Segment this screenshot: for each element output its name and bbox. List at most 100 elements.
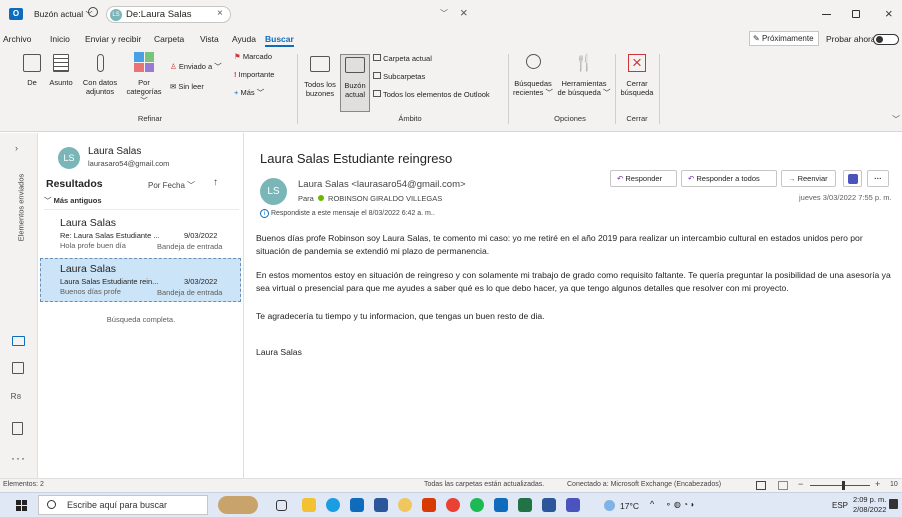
- edge-icon[interactable]: [326, 498, 340, 512]
- mailbox-current-icon: [345, 57, 365, 73]
- ribbon-divider: [615, 54, 616, 124]
- people-icon[interactable]: ᴿ⁸: [11, 391, 21, 405]
- paint-app-icon[interactable]: [398, 498, 412, 512]
- por-categorias-button[interactable]: Por categorías ﹀: [122, 52, 166, 105]
- menu-buscar[interactable]: Buscar: [265, 34, 294, 47]
- normal-view-icon[interactable]: [756, 481, 766, 490]
- sticky-app-icon[interactable]: [374, 498, 388, 512]
- carpeta-actual-label: Carpeta actual: [383, 54, 432, 63]
- contact-name[interactable]: Laura Salas: [88, 146, 141, 157]
- asunto-button[interactable]: Asunto: [46, 54, 76, 87]
- file-explorer-icon[interactable]: [302, 498, 316, 512]
- windows-start-icon[interactable]: [16, 500, 27, 511]
- sort-dropdown[interactable]: Por Fecha ﹀: [148, 180, 195, 191]
- teams-taskbar-icon[interactable]: [566, 498, 580, 512]
- importante-button[interactable]: ! Importante: [234, 70, 294, 79]
- collapse-ribbon-icon[interactable]: ﹀: [892, 114, 900, 125]
- search-expand-chevron-icon[interactable]: ﹀: [440, 8, 448, 19]
- menu-enviar-recibir[interactable]: Enviar y recibir: [85, 34, 141, 44]
- marcado-button[interactable]: ⚑ Marcado: [234, 52, 294, 61]
- more-actions-button[interactable]: ···: [867, 170, 889, 187]
- forward-button[interactable]: → Reenviar: [781, 170, 836, 187]
- teams-button[interactable]: [843, 170, 862, 187]
- buzon-actual-button[interactable]: Buzón actual: [340, 54, 370, 112]
- search-chip[interactable]: LS De:Laura Salas ×: [106, 6, 231, 23]
- close-window-icon[interactable]: ×: [885, 6, 893, 21]
- carpeta-actual-button[interactable]: Carpeta actual: [373, 54, 483, 63]
- restore-icon[interactable]: [852, 10, 860, 18]
- task-view-icon[interactable]: [276, 500, 287, 511]
- list-item-selected[interactable]: Laura Salas Laura Salas Estudiante rein.…: [40, 258, 241, 302]
- zoom-out-button[interactable]: −: [798, 479, 803, 489]
- chip-close-icon[interactable]: ×: [217, 8, 223, 19]
- subcarpetas-button[interactable]: Subcarpetas: [373, 72, 483, 81]
- ribbon-divider: [508, 54, 509, 124]
- mail-icon[interactable]: [12, 336, 25, 346]
- temperature[interactable]: 17°C: [620, 501, 639, 511]
- clock-time[interactable]: 2:09 p. m.: [853, 495, 886, 504]
- reply-button[interactable]: ↶ Responder: [610, 170, 677, 187]
- message-from[interactable]: Laura Salas <laurasaro54@gmail.com>: [298, 179, 466, 190]
- plus-icon: +: [234, 88, 239, 97]
- reading-view-icon[interactable]: [778, 481, 788, 490]
- message-recipient[interactable]: ROBINSON GIRALDO VILLEGAS: [328, 194, 442, 203]
- sort-direction-icon[interactable]: ↑: [213, 177, 218, 188]
- todos-elementos-outlook-button[interactable]: Todos los elementos de Outlook: [373, 90, 503, 99]
- calendar-icon[interactable]: [12, 362, 24, 374]
- probar-ahora-switch[interactable]: [873, 34, 899, 45]
- search-icon[interactable]: [88, 7, 98, 17]
- asunto-label: Asunto: [49, 78, 73, 87]
- search-chip-label: De:Laura Salas: [126, 9, 192, 20]
- expand-folder-pane-icon[interactable]: ›: [15, 143, 18, 153]
- word-icon[interactable]: [542, 498, 556, 512]
- menu-ayuda[interactable]: Ayuda: [232, 34, 256, 44]
- taskbar-search-box[interactable]: Escribe aquí para buscar: [38, 495, 208, 515]
- contact-email[interactable]: laurasaro54@gmail.com: [88, 159, 169, 168]
- excel-icon[interactable]: [518, 498, 532, 512]
- weather-icon[interactable]: [604, 500, 615, 511]
- sin-leer-button[interactable]: ✉ Sin leer: [170, 82, 230, 91]
- menu-archivo[interactable]: Archivo: [3, 34, 31, 44]
- de-busqueda-label: de búsqueda ﹀: [557, 88, 611, 97]
- folder-label-vertical[interactable]: Elementos enviados: [17, 173, 26, 243]
- tray-icons[interactable]: ⚬ ◍ ◔ ◗: [665, 500, 695, 509]
- herramientas-busqueda-button[interactable]: 🍴 Herramientas de búsqueda ﹀: [557, 54, 611, 97]
- search-scope-dropdown[interactable]: Buzón actual ﹀: [34, 7, 93, 21]
- enviado-a-button[interactable]: ♙ Enviado a ﹀: [170, 62, 230, 71]
- cerrar-busqueda-button[interactable]: × Cerrar búsqueda: [619, 54, 655, 97]
- zoom-slider[interactable]: [810, 481, 870, 490]
- store-icon[interactable]: [350, 498, 364, 512]
- zoom-in-button[interactable]: +: [875, 479, 880, 489]
- notifications-icon[interactable]: [889, 499, 898, 509]
- more-apps-icon[interactable]: ···: [11, 451, 26, 465]
- tray-chevron-icon[interactable]: ^: [650, 499, 654, 509]
- news-widget-icon[interactable]: [218, 496, 258, 514]
- connection-status[interactable]: Conectado a: Microsoft Exchange (Encabez…: [567, 481, 721, 488]
- con-datos-adjuntos-button[interactable]: Con datos adjuntos: [80, 54, 120, 96]
- ribbon-divider: [297, 54, 298, 124]
- proximamente-toggle[interactable]: ✎ Próximamente: [749, 31, 819, 46]
- reply-all-button[interactable]: ↶ Responder a todos: [681, 170, 777, 187]
- todos-los-buzones-button[interactable]: Todos los buzones: [302, 56, 338, 98]
- chrome-icon[interactable]: [446, 498, 460, 512]
- mas-button[interactable]: + Más ﹀: [234, 88, 294, 97]
- language-indicator[interactable]: ESP: [832, 501, 848, 510]
- outlook-taskbar-icon[interactable]: [494, 498, 508, 512]
- items-count: Elementos: 2: [3, 481, 44, 488]
- de-button[interactable]: De: [20, 54, 44, 87]
- clock-date[interactable]: 2/08/2022: [853, 505, 886, 514]
- tasks-icon[interactable]: [12, 422, 23, 435]
- minimize-icon[interactable]: [822, 14, 831, 15]
- sender-avatar: LS: [260, 178, 287, 205]
- list-item[interactable]: Laura Salas Re: Laura Salas Estudiante .…: [38, 211, 243, 255]
- menu-carpeta[interactable]: Carpeta: [154, 34, 184, 44]
- menu-vista[interactable]: Vista: [200, 34, 219, 44]
- office-icon[interactable]: [422, 498, 436, 512]
- search-close-icon[interactable]: ×: [460, 5, 468, 20]
- group-header[interactable]: ﹀ Más antiguos: [44, 195, 239, 210]
- ribbon-divider: [659, 54, 660, 124]
- menu-inicio[interactable]: Inicio: [50, 34, 70, 44]
- spotify-icon[interactable]: [470, 498, 484, 512]
- busquedas-recientes-button[interactable]: Búsquedas recientes ﹀: [512, 54, 554, 97]
- message-list-pane: LS Laura Salas laurasaro54@gmail.com Res…: [38, 133, 244, 478]
